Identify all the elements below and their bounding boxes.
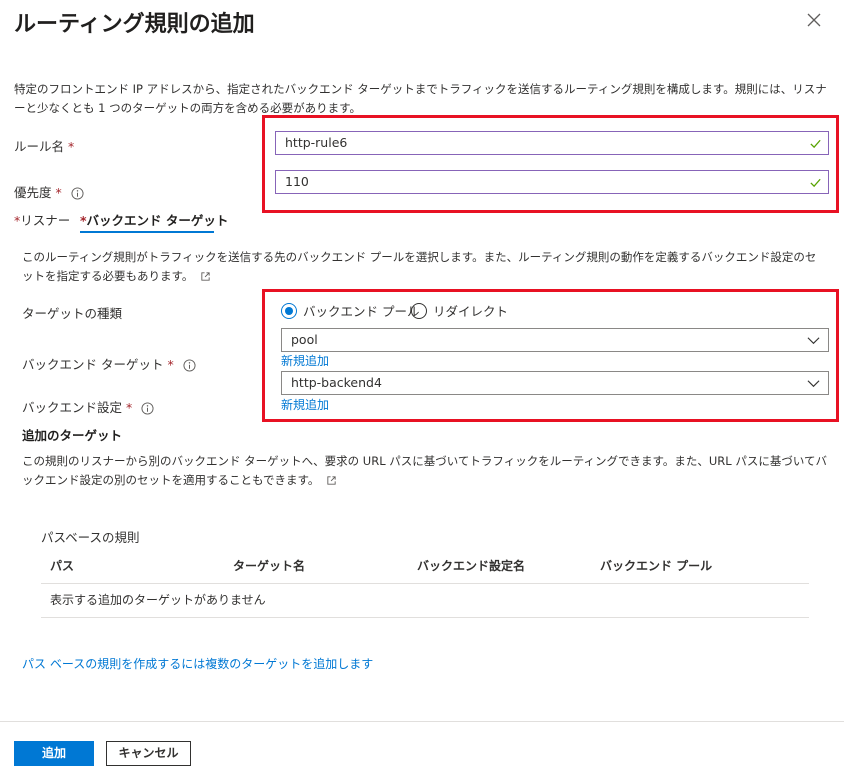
checkmark-icon [810, 139, 821, 149]
backend-target-label: バックエンド ターゲット * [22, 354, 196, 373]
info-icon[interactable] [183, 359, 196, 372]
chevron-down-icon [807, 380, 820, 388]
close-icon [807, 13, 821, 27]
footer-divider [0, 721, 844, 722]
active-tab-indicator [80, 231, 214, 233]
table-bottom-divider [41, 617, 809, 618]
panel-description: 特定のフロントエンド IP アドレスから、指定されたバックエンド ターゲットまで… [14, 82, 827, 115]
table-empty-message: 表示する追加のターゲットがありません [50, 593, 266, 607]
radio-redirect[interactable]: リダイレクト [411, 301, 508, 320]
cancel-button[interactable]: キャンセル [106, 741, 191, 766]
priority-label: 優先度 * [14, 182, 84, 201]
column-header-backend-pool: バックエンド プール [600, 559, 713, 573]
backend-description: このルーティング規則がトラフィックを送信する先のバックエンド プールを選択します… [22, 250, 817, 283]
external-link-icon[interactable] [200, 271, 211, 282]
radio-selected-icon [281, 302, 297, 319]
add-new-backend-settings-link[interactable]: 新規追加 [281, 396, 329, 413]
column-header-target-name: ターゲット名 [233, 559, 306, 573]
chevron-down-icon [807, 337, 820, 345]
priority-input[interactable]: 110 [275, 170, 829, 194]
checkmark-icon [810, 178, 821, 188]
add-button[interactable]: 追加 [14, 741, 94, 766]
radio-backend-pool[interactable]: バックエンド プール [281, 301, 419, 320]
add-path-rule-link[interactable]: パス ベースの規則を作成するには複数のターゲットを追加します [22, 655, 373, 672]
info-icon[interactable] [71, 187, 84, 200]
info-icon[interactable] [141, 402, 154, 415]
rule-name-input[interactable]: http-rule6 [275, 131, 829, 155]
highlight-box-rule [262, 115, 839, 213]
additional-targets-heading: 追加のターゲット [22, 428, 123, 443]
external-link-icon[interactable] [326, 475, 337, 486]
backend-target-dropdown[interactable]: pool [281, 328, 829, 352]
tab-backend-targets[interactable]: *バックエンド ターゲット [80, 210, 228, 229]
panel-title: ルーティング規則の追加 [14, 12, 255, 37]
backend-settings-label: バックエンド設定 * [22, 397, 154, 416]
column-header-path: パス [50, 559, 75, 573]
add-new-backend-target-link[interactable]: 新規追加 [281, 352, 329, 369]
close-button[interactable] [804, 10, 824, 30]
target-type-label: ターゲットの種類 [22, 306, 123, 321]
rule-name-label: ルール名 * [14, 139, 75, 154]
backend-settings-dropdown[interactable]: http-backend4 [281, 371, 829, 395]
table-header-divider [41, 583, 809, 584]
tab-listener[interactable]: *リスナー [14, 210, 70, 229]
radio-unselected-icon [411, 302, 427, 319]
column-header-backend-settings-name: バックエンド設定名 [417, 559, 526, 573]
additional-targets-description: この規則のリスナーから別のバックエンド ターゲットへ、要求の URL パスに基づ… [22, 454, 827, 487]
path-rules-title: パスベースの規則 [41, 530, 140, 545]
